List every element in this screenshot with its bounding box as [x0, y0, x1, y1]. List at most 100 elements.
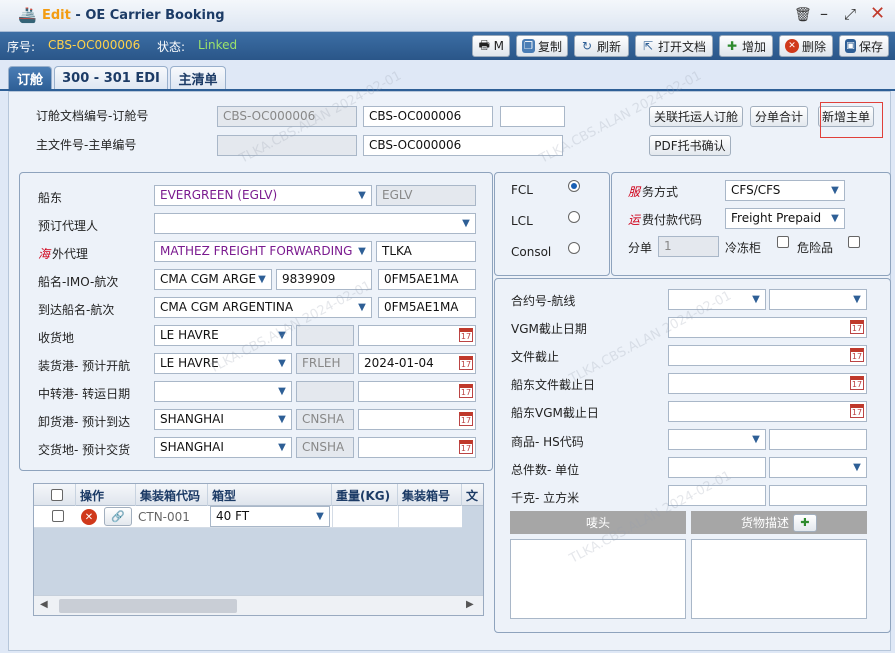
arrival-vessel-select[interactable]: CMA CGM ARGENTINA ▼: [154, 297, 372, 318]
carrier-select[interactable]: EVERGREEN (EGLV) ▼: [154, 185, 372, 206]
carrier-vgm-field[interactable]: 17: [668, 401, 867, 422]
chevron-down-icon: ▼: [278, 358, 286, 369]
calendar-icon[interactable]: 17: [459, 412, 473, 426]
refresh-button[interactable]: ↻ 刷新: [574, 35, 629, 57]
overseas-agent-select[interactable]: MATHEZ FREIGHT FORWARDING ▼: [154, 241, 372, 262]
kg-field[interactable]: [668, 485, 766, 506]
agent-label: 预订代理人: [38, 219, 99, 233]
copy-icon: ❐: [522, 39, 535, 53]
pod-select[interactable]: SHANGHAI ▼: [154, 409, 292, 430]
calendar-icon[interactable]: 17: [850, 320, 864, 334]
consol-radio[interactable]: [568, 242, 580, 254]
voyage-field[interactable]: 0FM5AE1MA: [378, 269, 476, 290]
freight-select[interactable]: Freight Prepaid ▼: [725, 208, 845, 229]
doc-cutoff-field[interactable]: 17: [668, 345, 867, 366]
scroll-right-icon[interactable]: ▶: [466, 599, 474, 610]
trash-icon[interactable]: 🗑: [794, 7, 812, 23]
hs-code-field[interactable]: [769, 429, 867, 450]
split-total-button[interactable]: 分单合计: [750, 106, 808, 127]
weight-cell[interactable]: [332, 506, 398, 527]
print-button[interactable]: 🖶 M: [472, 35, 510, 57]
pol-select[interactable]: LE HAVRE ▼: [154, 353, 292, 374]
container-no-cell[interactable]: [398, 506, 462, 527]
chevron-down-icon: ▼: [278, 386, 286, 397]
fcl-radio[interactable]: [568, 180, 580, 192]
calendar-icon[interactable]: 17: [459, 356, 473, 370]
copy-button[interactable]: ❐ 复制: [516, 35, 568, 57]
tab-master-manifest[interactable]: 主清单: [170, 66, 226, 90]
route-select[interactable]: ▼: [769, 289, 867, 310]
tab-edi[interactable]: 300 - 301 EDI: [54, 66, 168, 90]
booking-extra-field[interactable]: [500, 106, 565, 127]
attach-icon[interactable]: 🔗: [104, 507, 132, 526]
status-label: 状态:: [157, 40, 186, 54]
maximize-icon[interactable]: ⤢: [844, 5, 856, 23]
delivery-select[interactable]: SHANGHAI ▼: [154, 437, 292, 458]
imo-field[interactable]: 9839909: [276, 269, 372, 290]
table-row[interactable]: ✕ 🔗 CTN-001 40 FT ▼: [34, 506, 462, 528]
consol-label: Consol: [511, 245, 552, 259]
contract-select[interactable]: ▼: [668, 289, 766, 310]
service-label: 服务方式: [628, 185, 679, 199]
chevron-down-icon: ▼: [853, 462, 861, 473]
transit-date-field[interactable]: 17: [358, 381, 476, 402]
calendar-icon[interactable]: 17: [850, 404, 864, 418]
select-all-checkbox[interactable]: [50, 489, 63, 501]
receipt-date-field[interactable]: 17: [358, 325, 476, 346]
booking-doc-label: 订舱文档编号-订舱号: [36, 109, 149, 123]
row-checkbox[interactable]: [52, 510, 64, 522]
receipt-select[interactable]: LE HAVRE ▼: [154, 325, 292, 346]
link-shipper-booking-button[interactable]: 关联托运人订舱: [649, 106, 743, 127]
scrollbar-thumb[interactable]: [59, 599, 237, 613]
vessel-select[interactable]: CMA CGM ARGE ▼: [154, 269, 272, 290]
lcl-radio[interactable]: [568, 211, 580, 223]
lcl-label: LCL: [511, 214, 533, 228]
delivery-date-field[interactable]: 17: [358, 437, 476, 458]
scroll-left-icon[interactable]: ◀: [40, 599, 48, 610]
delete-row-icon[interactable]: ✕: [81, 509, 97, 525]
carrier-doc-cutoff-field[interactable]: 17: [668, 373, 867, 394]
master-no-field[interactable]: CBS-OC000006: [363, 135, 563, 156]
delivery-code-field: CNSHA: [296, 437, 354, 458]
pol-code-field: FRLEH: [296, 353, 354, 374]
dg-checkbox[interactable]: [848, 236, 860, 248]
packages-field[interactable]: [668, 457, 766, 478]
unit-select[interactable]: ▼: [769, 457, 867, 478]
vgm-date-field[interactable]: 17: [668, 317, 867, 338]
booking-no-field[interactable]: CBS-OC000006: [363, 106, 493, 127]
seq-value: CBS-OC000006: [48, 38, 141, 52]
desc-textarea[interactable]: [691, 539, 867, 619]
calendar-icon[interactable]: 17: [850, 376, 864, 390]
tab-booking[interactable]: 订舱: [8, 66, 52, 90]
save-button[interactable]: ▣ 保存: [839, 35, 889, 57]
arrival-voyage-field[interactable]: 0FM5AE1MA: [378, 297, 476, 318]
chevron-down-icon: ▼: [831, 213, 839, 224]
calendar-icon[interactable]: 17: [850, 348, 864, 362]
transit-select[interactable]: ▼: [154, 381, 292, 402]
etd-field[interactable]: 2024-01-04 17: [358, 353, 476, 374]
calendar-icon[interactable]: 17: [459, 384, 473, 398]
add-description-icon[interactable]: ✚: [793, 513, 817, 532]
chevron-down-icon: ▼: [358, 302, 366, 313]
calendar-icon[interactable]: 17: [459, 440, 473, 454]
marks-textarea[interactable]: [510, 539, 686, 619]
delete-button[interactable]: ✕ 删除: [779, 35, 833, 57]
agent-select[interactable]: ▼: [154, 213, 476, 234]
horizontal-scrollbar[interactable]: ◀ ▶: [34, 595, 483, 615]
pdf-confirm-button[interactable]: PDF托书确认: [649, 135, 731, 156]
chevron-down-icon: ▼: [278, 414, 286, 425]
add-button[interactable]: ✚ 增加: [719, 35, 773, 57]
calendar-icon[interactable]: 17: [459, 328, 473, 342]
reefer-checkbox[interactable]: [777, 236, 789, 248]
commodity-select[interactable]: ▼: [668, 429, 766, 450]
grid-header-cell: 文: [466, 488, 479, 503]
overseas-code-field[interactable]: TLKA: [376, 241, 476, 262]
minimize-icon[interactable]: –: [820, 4, 828, 23]
eta-field[interactable]: 17: [358, 409, 476, 430]
close-icon[interactable]: ✕: [870, 3, 885, 24]
open-doc-button[interactable]: ⇱ 打开文档: [635, 35, 713, 57]
cbm-field[interactable]: [769, 485, 867, 506]
container-type-select[interactable]: 40 FT ▼: [210, 506, 330, 527]
container-code-cell[interactable]: CTN-001: [138, 510, 190, 524]
service-select[interactable]: CFS/CFS ▼: [725, 180, 845, 201]
